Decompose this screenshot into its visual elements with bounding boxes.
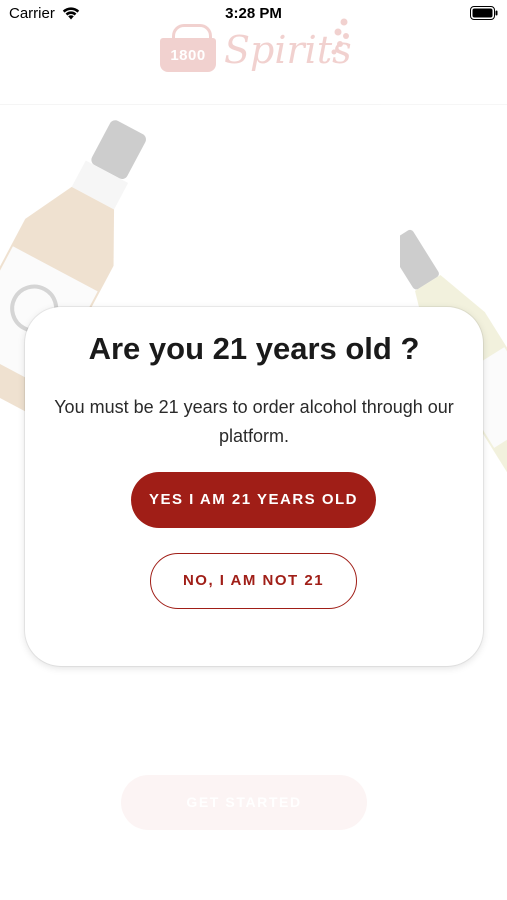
status-time: 3:28 PM [225,5,282,22]
logo-badge-text: 1800 [170,47,206,64]
deny-age-button[interactable]: NO, I AM NOT 21 [150,553,357,609]
confirm-age-button[interactable]: YES I AM 21 YEARS OLD [131,472,376,528]
battery-icon [470,6,498,25]
dialog-message: You must be 21 years to order alcohol th… [54,397,454,446]
dialog-title: Are you 21 years old ? [88,331,420,366]
get-started-button[interactable]: GET STARTED [121,775,367,830]
status-bar: Carrier 3:28 PM [0,0,507,28]
age-verification-dialog: Are you 21 years old ? You must be 21 ye… [25,307,483,666]
